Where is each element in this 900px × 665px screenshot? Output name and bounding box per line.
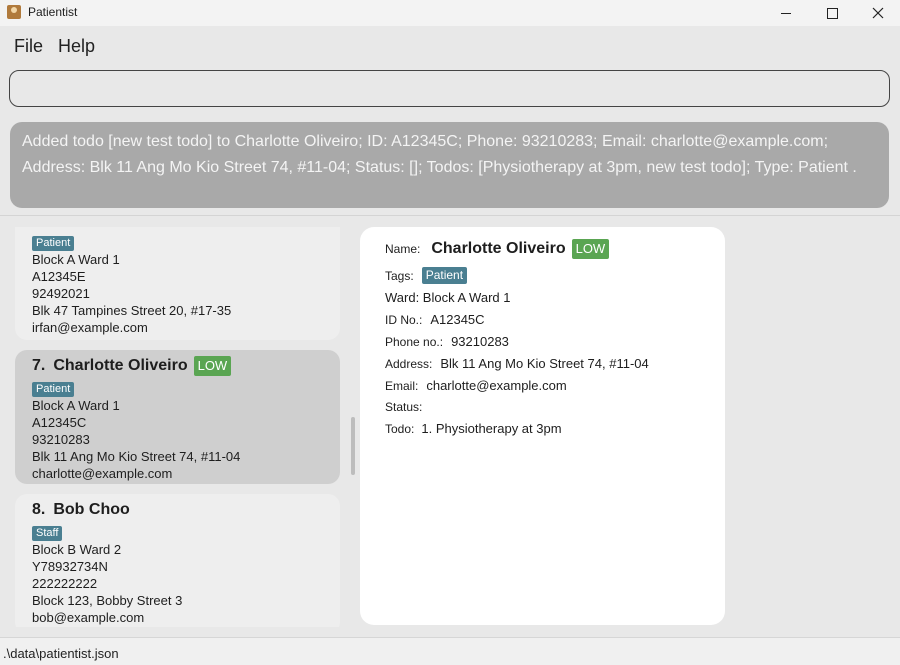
- tag-badge: Staff: [32, 526, 63, 541]
- result-text: Added todo [new test todo] to Charlotte …: [22, 133, 857, 176]
- tag-badge: Patient: [32, 236, 75, 251]
- menu-help[interactable]: Help: [58, 36, 95, 57]
- card-id: Y78932734N: [32, 559, 108, 574]
- card-address: Blk 11 Ang Mo Kio Street 74, #11-04: [32, 449, 241, 464]
- result-display: Added todo [new test todo] to Charlotte …: [10, 122, 889, 208]
- person-list[interactable]: Patient Block A Ward 1 A12345E 92492021 …: [10, 227, 358, 627]
- status-label: Status:: [385, 400, 423, 414]
- window-title: Patientist: [28, 5, 78, 19]
- email-label: Email:: [385, 378, 419, 393]
- status-bar: .\data\patientist.json: [0, 637, 900, 665]
- detail-tags-row: Tags: Patient: [385, 267, 468, 284]
- detail-address: Blk 11 Ang Mo Kio Street 74, #11-04: [440, 356, 649, 371]
- card-id: A12345C: [32, 415, 87, 430]
- card-ward: Block B Ward 2: [32, 542, 122, 557]
- file-path: .\data\patientist.json: [3, 646, 119, 661]
- detail-status-row: Status:: [385, 400, 430, 414]
- detail-address-row: Address: Blk 11 Ang Mo Kio Street 74, #1…: [385, 356, 649, 371]
- person-card[interactable]: 8. Bob Choo Staff Block B Ward 2 Y789327…: [15, 494, 340, 627]
- tag-badge: Patient: [421, 267, 468, 284]
- detail-todo-row: Todo: 1. Physiotherapy at 3pm: [385, 421, 562, 436]
- detail-name: Charlotte Oliveiro: [431, 240, 566, 257]
- detail-phone: 93210283: [451, 334, 509, 349]
- person-card[interactable]: Patient Block A Ward 1 A12345E 92492021 …: [15, 227, 340, 340]
- todo-label: Todo:: [385, 421, 415, 436]
- card-id: A12345E: [32, 269, 86, 284]
- detail-id-row: ID No.: A12345C: [385, 312, 485, 327]
- tags-label: Tags:: [385, 268, 414, 283]
- card-email: irfan@example.com: [32, 320, 148, 335]
- card-email: bob@example.com: [32, 610, 145, 625]
- close-icon: [872, 7, 884, 19]
- card-ward: Block A Ward 1: [32, 252, 120, 267]
- card-phone: 222222222: [32, 576, 98, 591]
- command-box: [9, 70, 890, 107]
- maximize-icon: [826, 7, 838, 19]
- phone-label: Phone no.:: [385, 334, 444, 349]
- person-card-selected[interactable]: 7. Charlotte Oliveiro LOW Patient Block …: [15, 350, 340, 484]
- card-index: 7.: [32, 357, 46, 374]
- command-input[interactable]: [10, 71, 889, 106]
- detail-email-row: Email: charlotte@example.com: [385, 378, 567, 393]
- detail-panel: Name: Charlotte Oliveiro LOW Tags: Patie…: [360, 227, 725, 625]
- card-phone: 93210283: [32, 432, 90, 447]
- minimize-icon: [781, 12, 791, 14]
- detail-phone-row: Phone no.: 93210283: [385, 334, 509, 349]
- card-address: Block 123, Bobby Street 3: [32, 593, 183, 608]
- minimize-button[interactable]: [763, 0, 809, 26]
- name-label: Name:: [385, 242, 421, 256]
- detail-name-row: Name: Charlotte Oliveiro LOW: [385, 239, 610, 259]
- card-phone: 92492021: [32, 286, 90, 301]
- detail-todo: 1. Physiotherapy at 3pm: [421, 421, 562, 436]
- card-name: Bob Choo: [53, 501, 130, 518]
- menu-bar: File Help: [0, 26, 900, 64]
- app-icon: [7, 5, 21, 19]
- divider: [0, 215, 900, 216]
- close-button[interactable]: [855, 0, 900, 26]
- priority-badge: LOW: [193, 356, 232, 376]
- list-scrollbar[interactable]: [351, 417, 355, 475]
- detail-id: A12345C: [430, 312, 485, 327]
- detail-email: charlotte@example.com: [426, 378, 567, 393]
- address-label: Address:: [385, 356, 433, 371]
- title-bar: Patientist: [0, 0, 900, 26]
- card-address: Blk 47 Tampines Street 20, #17-35: [32, 303, 232, 318]
- priority-badge: LOW: [571, 239, 610, 259]
- maximize-button[interactable]: [809, 0, 855, 26]
- tag-badge: Patient: [32, 382, 75, 397]
- detail-ward: Ward: Block A Ward 1: [385, 290, 511, 305]
- card-index: 8.: [32, 501, 46, 518]
- card-name: Charlotte Oliveiro: [53, 357, 188, 374]
- id-label: ID No.:: [385, 312, 423, 327]
- card-email: charlotte@example.com: [32, 466, 173, 481]
- card-ward: Block A Ward 1: [32, 398, 120, 413]
- menu-file[interactable]: File: [14, 36, 43, 57]
